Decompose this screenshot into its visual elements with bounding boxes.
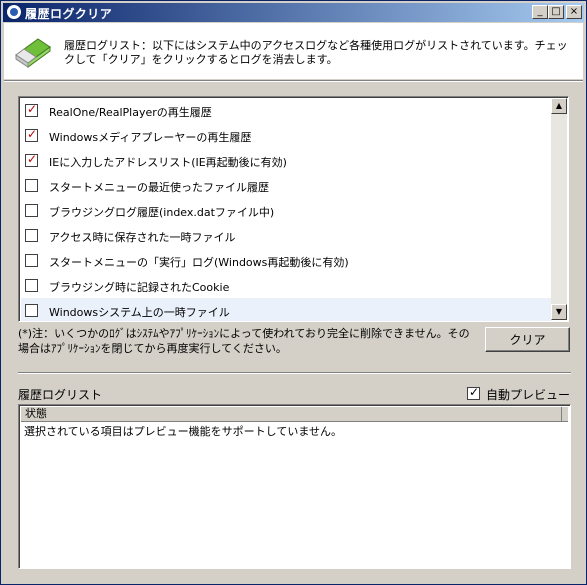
note-text: (*)注：いくつかのﾛｸﾞはｼｽﾃﾑやｱﾌﾟﾘｹｰｼｮﾝによって使われており完全… [18,327,470,355]
log-item-checkbox[interactable] [25,304,38,317]
list-scrollbar[interactable]: ▲ ▼ [551,98,567,320]
status-column-label: 状態 [25,407,47,420]
auto-preview-label: 自動プレビュー [486,388,571,402]
log-item-label: IEに入力したアドレスリスト(IE再起動後に有効) [49,156,287,169]
log-item-checkbox[interactable]: ✓ [25,127,38,142]
checkmark-icon: ✓ [27,102,38,116]
log-list-item[interactable]: ブラウジングログ履歴(index.datファイル中) [21,198,552,223]
preview-column-header[interactable]: 状態 [21,407,568,422]
log-checklist[interactable]: ✓ RealOne/RealPlayerの再生履歴 ✓ Windowsメディアプレーヤ… [18,96,569,322]
preview-panel: 状態 選択されている項目はプレビュー機能をサポートしていません。 [18,404,571,569]
log-item-checkbox[interactable]: ✓ [25,102,38,117]
title-bar[interactable]: 履歴ログクリア _ □ × [3,3,584,22]
history-list-label: 履歴ログリスト [18,388,103,402]
log-item-label: RealOne/RealPlayerの再生履歴 [49,106,212,119]
log-list-item[interactable]: ✓ RealOne/RealPlayerの再生履歴 [21,98,552,123]
window-title: 履歴ログクリア [25,7,113,21]
log-list-item[interactable]: スタートメニューの「実行」ログ(Windows再起動後に有効) [21,248,552,273]
scroll-down-button[interactable]: ▼ [551,304,567,320]
log-item-checkbox[interactable]: ✓ [25,152,38,167]
log-list-item[interactable]: スタートメニューの最近使ったファイル履歴 [21,173,552,198]
checkmark-icon: ✓ [27,152,38,166]
log-item-label: スタートメニューの最近使ったファイル履歴 [49,181,269,194]
log-list-item[interactable]: ✓ Windowsメディアプレーヤーの再生履歴 [21,123,552,148]
log-item-checkbox[interactable] [25,279,38,292]
log-item-checkbox[interactable] [25,229,38,242]
maximize-button[interactable]: □ [548,5,564,19]
auto-preview-checkbox[interactable]: ✓ [467,385,480,400]
log-item-checkbox[interactable] [25,204,38,217]
log-item-checkbox[interactable] [25,179,38,192]
header-divider [4,80,583,82]
log-item-label: ブラウジングログ履歴(index.datファイル中) [49,206,275,219]
header-panel: 履歴ログリスト：以下にはシステム中のアクセスログなど各種使用ログがリストされてい… [4,23,583,79]
app-window: 履歴ログクリア _ □ × 履歴ログリスト：以下にはシステム中のアクセスログなど… [0,0,587,585]
eraser-icon [15,38,51,68]
log-item-label: Windowsシステム上の一時ファイル [49,306,230,319]
column-divider [561,407,562,421]
log-item-label: ブラウジング時に記録されたCookie [49,281,230,294]
section-divider [18,372,571,374]
log-list-item[interactable]: アクセス時に保存された一時ファイル [21,223,552,248]
app-icon[interactable] [7,5,21,19]
minimize-button[interactable]: _ [532,5,548,19]
checkmark-icon: ✓ [469,385,480,399]
log-list-item[interactable]: Windowsシステム上の一時ファイル [21,298,552,321]
log-item-label: アクセス時に保存された一時ファイル [49,231,236,244]
clear-button[interactable]: クリア [485,327,570,352]
log-list-item[interactable]: ブラウジング時に記録されたCookie [21,273,552,298]
preview-message: 選択されている項目はプレビュー機能をサポートしていません。 [24,425,343,438]
log-item-label: スタートメニューの「実行」ログ(Windows再起動後に有効) [49,256,349,269]
close-button[interactable]: × [566,5,582,19]
scroll-up-button[interactable]: ▲ [551,98,567,114]
log-item-checkbox[interactable] [25,254,38,267]
log-item-label: Windowsメディアプレーヤーの再生履歴 [49,131,252,144]
checkmark-icon: ✓ [27,127,38,141]
log-list-item[interactable]: ✓ IEに入力したアドレスリスト(IE再起動後に有効) [21,148,552,173]
header-description: 履歴ログリスト：以下にはシステム中のアクセスログなど各種使用ログがリストされてい… [64,39,568,66]
